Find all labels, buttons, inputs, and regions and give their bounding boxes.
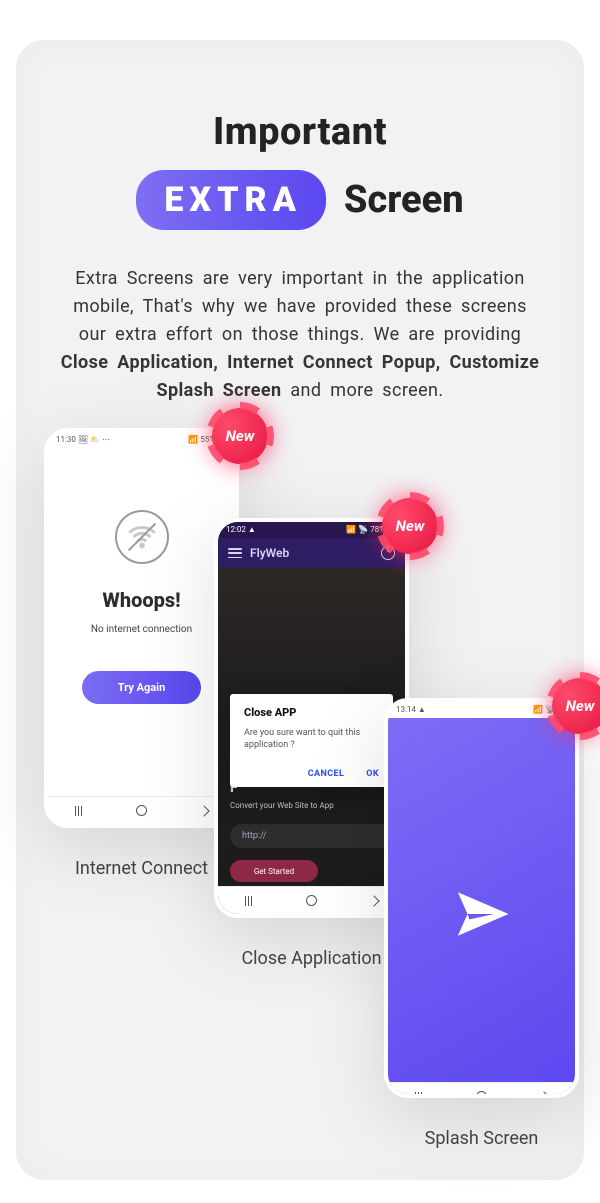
back-icon[interactable] — [539, 1091, 550, 1098]
android-navbar[interactable] — [218, 886, 405, 914]
description-pre: Extra Screens are very important in the … — [73, 268, 527, 345]
caption-close-app: Close Application — [214, 948, 409, 969]
home-icon[interactable] — [136, 805, 147, 816]
try-again-button[interactable]: Try Again — [82, 671, 202, 704]
subheading: EXTRA Screen — [16, 170, 584, 230]
description: Extra Screens are very important in the … — [56, 265, 544, 404]
cancel-button[interactable]: CANCEL — [308, 769, 345, 779]
ok-button[interactable]: OK — [366, 769, 379, 779]
promo-card: Important EXTRA Screen Extra Screens are… — [16, 40, 584, 1180]
whoops-title: Whoops! — [102, 588, 180, 612]
android-navbar[interactable] — [388, 1082, 575, 1098]
recents-icon[interactable] — [245, 896, 253, 906]
status-left: 13:14 ▲ — [396, 705, 426, 718]
caption-internet: Internet Connect — [44, 858, 239, 879]
description-post: and more screen. — [282, 380, 444, 401]
close-app-dialog: Close APP Are you sure want to quit this… — [230, 694, 393, 787]
hero-subtitle: Convert your Web Site to App — [230, 801, 334, 810]
recents-icon[interactable] — [75, 806, 83, 816]
new-badge: New — [212, 408, 268, 464]
status-left: 12:02 ▲ — [226, 525, 256, 538]
showcase-stage: 11:30 🖼 ⛅ ⋯ 📶 55% 🔋 Whoops! No internet … — [16, 420, 584, 1180]
no-internet-msg: No internet connection — [91, 624, 192, 635]
back-icon[interactable] — [369, 895, 380, 906]
extra-pill: EXTRA — [136, 170, 326, 230]
get-started-button[interactable]: Get Started — [230, 860, 318, 882]
app-title: FlyWeb — [250, 546, 289, 560]
home-icon[interactable] — [306, 895, 317, 906]
new-badge: New — [552, 678, 600, 734]
home-icon[interactable] — [476, 1091, 487, 1098]
status-left: 11:30 🖼 ⛅ ⋯ — [56, 435, 110, 448]
back-icon[interactable] — [199, 805, 210, 816]
screen-word: Screen — [344, 178, 464, 222]
menu-icon[interactable] — [228, 548, 242, 558]
dialog-text: Are you sure want to quit this applicati… — [244, 727, 379, 751]
recents-icon[interactable] — [415, 1092, 423, 1099]
wifi-off-icon — [115, 510, 169, 564]
caption-splash: Splash Screen — [384, 1128, 579, 1149]
new-badge: New — [382, 498, 438, 554]
app-bar: FlyWeb — [218, 538, 405, 568]
heading: Important — [16, 110, 584, 154]
url-input[interactable]: http:// — [230, 824, 393, 848]
dialog-title: Close APP — [244, 706, 379, 719]
android-navbar[interactable] — [48, 796, 235, 824]
paper-plane-icon — [388, 718, 575, 1098]
